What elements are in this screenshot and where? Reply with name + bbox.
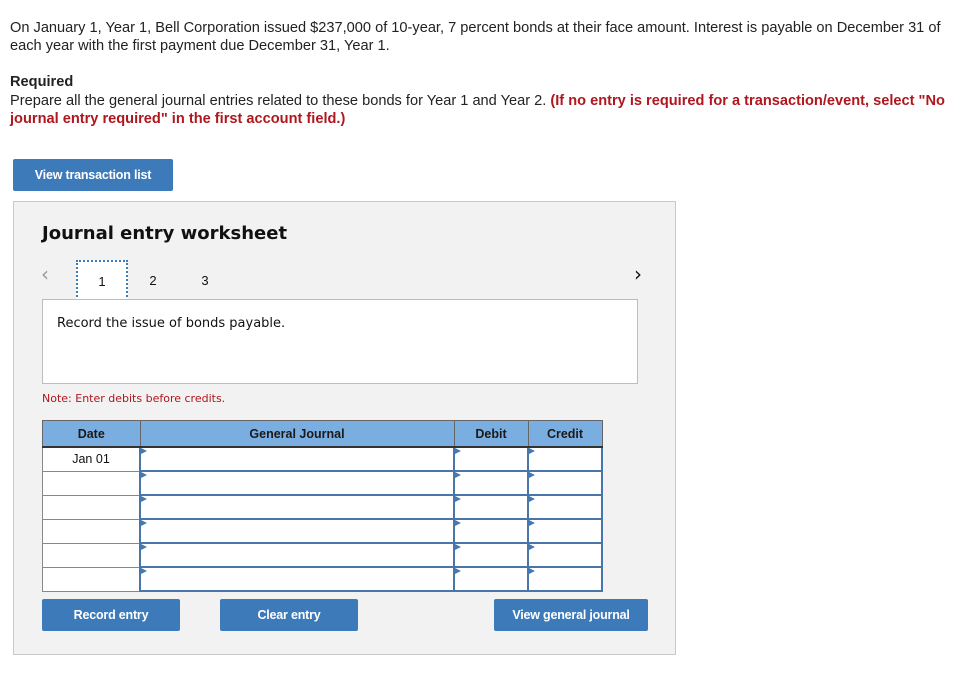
- header-general-journal: General Journal: [139, 420, 455, 448]
- table-row: [42, 566, 603, 592]
- table-row: [42, 542, 603, 568]
- record-entry-button[interactable]: Record entry: [42, 599, 180, 631]
- debit-input[interactable]: [453, 446, 529, 472]
- account-input[interactable]: [139, 446, 455, 472]
- tab-2[interactable]: 2: [127, 260, 179, 300]
- account-input[interactable]: [139, 518, 455, 544]
- clear-entry-button[interactable]: Clear entry: [220, 599, 358, 631]
- credit-input[interactable]: [527, 518, 603, 544]
- date-cell: [42, 494, 141, 520]
- view-transaction-list-button[interactable]: View transaction list: [13, 159, 173, 191]
- debit-input[interactable]: [453, 542, 529, 568]
- chevron-right-icon[interactable]: ›: [634, 262, 642, 286]
- account-input[interactable]: [139, 470, 455, 496]
- credit-input[interactable]: [527, 470, 603, 496]
- date-cell: [42, 470, 141, 496]
- table-row: [42, 470, 603, 496]
- tab-3[interactable]: 3: [179, 260, 231, 300]
- chevron-left-icon[interactable]: ‹: [41, 262, 49, 286]
- header-date: Date: [42, 420, 141, 448]
- worksheet-title: Journal entry worksheet: [42, 223, 288, 244]
- table-row: [42, 518, 603, 544]
- date-cell: [42, 566, 141, 592]
- journal-table: Date General Journal Debit Credit Jan 01: [42, 420, 603, 592]
- debit-input[interactable]: [453, 470, 529, 496]
- credit-input[interactable]: [527, 494, 603, 520]
- header-debit: Debit: [453, 420, 529, 448]
- debit-credit-note: Note: Enter debits before credits.: [42, 392, 226, 405]
- table-row: [42, 494, 603, 520]
- account-input[interactable]: [139, 494, 455, 520]
- journal-header-row: Date General Journal Debit Credit: [42, 420, 603, 448]
- view-general-journal-button[interactable]: View general journal: [494, 599, 648, 631]
- account-input[interactable]: [139, 566, 455, 592]
- date-cell: Jan 01: [42, 446, 141, 472]
- tab-1[interactable]: 1: [76, 260, 128, 301]
- required-text: Prepare all the general journal entries …: [10, 92, 960, 128]
- transaction-description: Record the issue of bonds payable.: [57, 316, 286, 331]
- problem-intro: On January 1, Year 1, Bell Corporation i…: [10, 20, 941, 54]
- date-cell: [42, 542, 141, 568]
- required-description: Prepare all the general journal entries …: [10, 93, 547, 109]
- journal-entry-worksheet: Journal entry worksheet ‹ 1 2 3 › Record…: [13, 201, 676, 655]
- transaction-description-box: Record the issue of bonds payable.: [42, 299, 638, 384]
- credit-input[interactable]: [527, 542, 603, 568]
- date-cell: [42, 518, 141, 544]
- debit-input[interactable]: [453, 518, 529, 544]
- header-credit: Credit: [527, 420, 603, 448]
- required-heading: Required: [10, 74, 74, 90]
- credit-input[interactable]: [527, 566, 603, 592]
- debit-input[interactable]: [453, 494, 529, 520]
- credit-input[interactable]: [527, 446, 603, 472]
- account-input[interactable]: [139, 542, 455, 568]
- debit-input[interactable]: [453, 566, 529, 592]
- table-row: Jan 01: [42, 446, 603, 472]
